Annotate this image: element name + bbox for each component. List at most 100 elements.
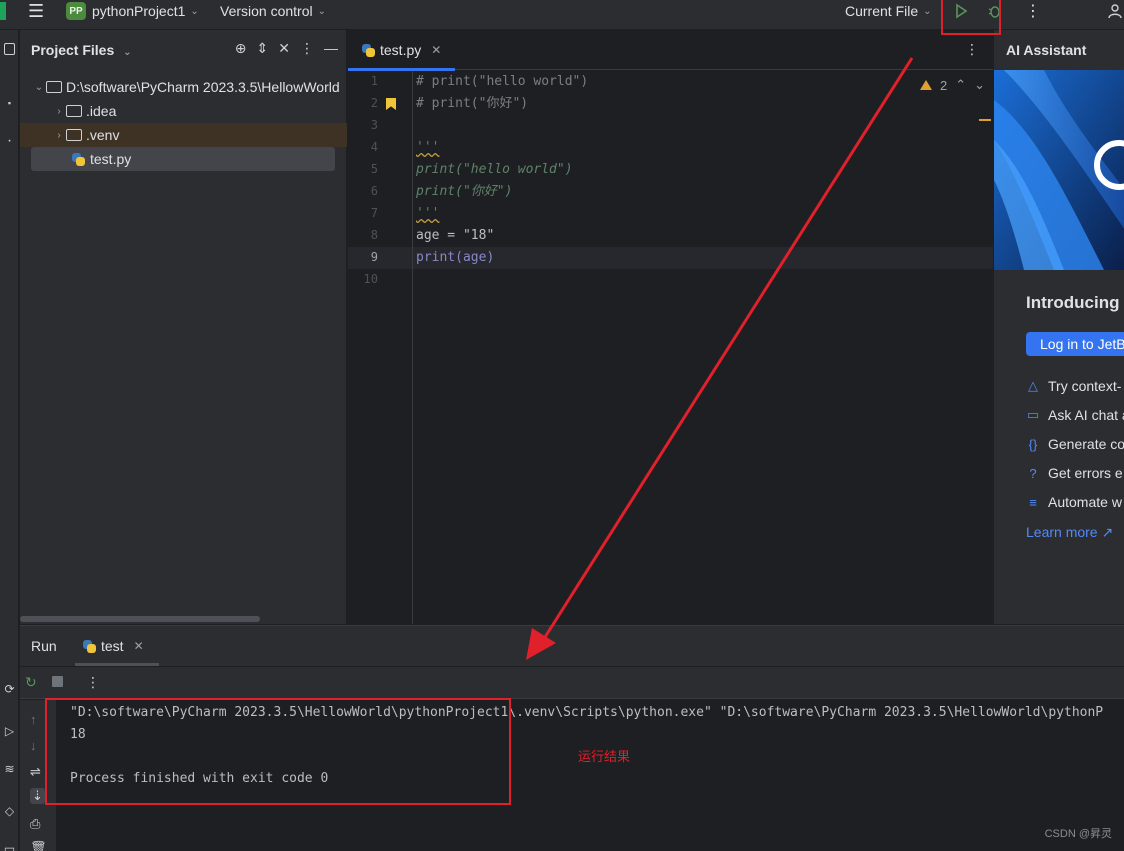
- run-tab-test[interactable]: test ✕: [75, 626, 159, 666]
- more-actions-icon[interactable]: ⋮: [1025, 0, 1041, 22]
- project-tool-icon[interactable]: [0, 38, 19, 60]
- expand-all-icon[interactable]: ⇕: [257, 40, 269, 57]
- line-number-current: 9: [370, 250, 378, 264]
- up-arrow-icon[interactable]: ↑: [30, 712, 37, 727]
- run-tool-icon[interactable]: ▷: [0, 720, 19, 742]
- layers-icon[interactable]: ≋: [0, 758, 19, 780]
- chevron-down-icon: ⌄: [190, 5, 199, 17]
- soft-wrap-icon[interactable]: ⇌: [30, 764, 41, 780]
- options-icon[interactable]: ⋮: [300, 40, 314, 57]
- rerun-icon[interactable]: ↻: [25, 674, 37, 691]
- project-panel-toolbar: ⊕ ⇕ ✕ ⋮ —: [235, 40, 338, 57]
- hide-panel-icon[interactable]: —: [324, 40, 338, 57]
- chevron-down-icon: ⌄: [317, 5, 326, 17]
- watermark: CSDN @昇灵: [1044, 828, 1112, 840]
- list-icon: ≡: [1029, 494, 1037, 510]
- line-number: 6: [370, 184, 378, 198]
- run-panel-header: Run test ✕: [20, 626, 1124, 666]
- structure-tool-icon[interactable]: ▪: [0, 92, 19, 114]
- scroll-to-end-icon[interactable]: ⇣: [30, 788, 45, 804]
- left-tool-stripe: ▪ · ⟳ ▷ ≋ ◇ ▭: [0, 30, 19, 851]
- project-badge: PP: [66, 2, 86, 20]
- project-selector[interactable]: PP pythonProject1 ⌄: [66, 0, 199, 22]
- code-line-1[interactable]: # print("hello world"): [416, 71, 588, 93]
- collapse-all-icon[interactable]: ✕: [278, 40, 290, 57]
- annotation-box-run-button: [941, 0, 1001, 35]
- more-actions-icon[interactable]: ⋮: [86, 674, 100, 691]
- run-panel-title: Run: [31, 638, 57, 654]
- chevron-down-icon: ⌄: [923, 5, 932, 17]
- tab-test-py[interactable]: test.py ✕: [348, 30, 455, 71]
- code-line-7[interactable]: ''': [416, 203, 439, 225]
- line-number: 10: [363, 272, 378, 286]
- question-icon: ?: [1029, 465, 1037, 481]
- line-number: 2: [370, 96, 378, 110]
- more-tools-icon[interactable]: ·: [0, 130, 19, 152]
- close-icon[interactable]: ✕: [134, 639, 144, 653]
- chat-icon: ▭: [1026, 407, 1040, 422]
- terminal-icon[interactable]: ▭: [0, 838, 19, 851]
- tree-item-test-py[interactable]: test.py: [31, 147, 335, 171]
- ai-feature-item: ▭ Ask AI chat a: [1026, 407, 1124, 423]
- ai-feature-item: ≡ Automate w: [1026, 494, 1122, 510]
- ai-hero-image: [994, 70, 1124, 270]
- line-number: 3: [370, 118, 378, 132]
- annotation-box-output: [45, 698, 511, 805]
- tree-item-root[interactable]: ⌄ D:\software\PyCharm 2023.3.5\HellowWor…: [20, 75, 347, 99]
- app-logo-icon: [0, 0, 8, 22]
- horizontal-scrollbar[interactable]: [20, 616, 260, 622]
- line-number: 5: [370, 162, 378, 176]
- code-line-8[interactable]: age = "18": [416, 225, 494, 247]
- ai-feature-item: △ Try context-: [1028, 378, 1122, 394]
- line-number: 4: [370, 140, 378, 154]
- project-panel-title[interactable]: Project Files ⌄: [31, 42, 132, 58]
- stop-icon[interactable]: [52, 674, 63, 690]
- inspection-widget[interactable]: 2 ⌃ ⌄: [919, 77, 985, 93]
- run-config-selector[interactable]: Current File ⌄: [845, 0, 932, 22]
- login-button[interactable]: Log in to JetB: [1026, 332, 1124, 356]
- line-number: 8: [370, 228, 378, 242]
- ai-assistant-title: AI Assistant: [1006, 42, 1087, 58]
- project-panel: Project Files ⌄ ⊕ ⇕ ✕ ⋮ — ⌄ D:\software\…: [20, 30, 347, 624]
- code-line-5[interactable]: print("hello world"): [416, 159, 573, 181]
- tree-item-idea[interactable]: › .idea: [20, 99, 347, 123]
- learn-more-link[interactable]: Learn more ↗: [1026, 524, 1113, 541]
- chevron-up-icon[interactable]: ⌃: [955, 77, 966, 93]
- ai-feature-item: {} Generate co: [1026, 436, 1124, 452]
- python-file-icon: [72, 152, 85, 166]
- braces-icon: {}: [1028, 436, 1038, 452]
- active-tab-indicator: [75, 663, 159, 666]
- more-actions-icon[interactable]: ⋮: [965, 41, 979, 58]
- chevron-down-icon: ⌄: [123, 47, 132, 58]
- chevron-right-icon: ›: [57, 105, 61, 117]
- editor-tab-bar: test.py ✕ ⋮: [348, 30, 993, 71]
- ai-feature-item: ? Get errors e: [1026, 465, 1122, 481]
- code-line-4[interactable]: ''': [416, 137, 439, 159]
- services-icon[interactable]: ◇: [0, 800, 19, 822]
- trash-icon[interactable]: 🗑: [30, 840, 47, 851]
- folder-icon: [46, 81, 62, 93]
- warning-stripe-marker[interactable]: [979, 119, 991, 121]
- locate-icon[interactable]: ⊕: [235, 40, 247, 57]
- add-user-icon[interactable]: [1108, 0, 1124, 22]
- code-line-6[interactable]: print("你好"): [416, 181, 512, 203]
- print-icon[interactable]: ⎙: [30, 816, 40, 832]
- chevron-down-icon[interactable]: ⌄: [974, 77, 985, 93]
- python-file-icon: [83, 639, 96, 653]
- python-file-icon: [362, 43, 375, 57]
- annotation-label: 运行结果: [578, 749, 631, 764]
- line-number: 7: [370, 206, 378, 220]
- ai-heading: Introducing: [1026, 293, 1120, 312]
- down-arrow-icon[interactable]: ↓: [30, 738, 37, 753]
- close-icon[interactable]: ✕: [431, 43, 441, 57]
- editor-area: test.py ✕ ⋮ 1 2 3 4 5 6 7 8 9 10 # print…: [348, 30, 993, 624]
- code-line-9[interactable]: print(age): [416, 247, 494, 269]
- warning-icon: [919, 80, 932, 90]
- main-menu-icon[interactable]: ☰: [28, 0, 44, 22]
- chevron-down-icon: ⌄: [34, 81, 44, 93]
- code-line-2[interactable]: # print("你好"): [416, 93, 528, 115]
- tree-item-venv[interactable]: › .venv: [20, 123, 347, 147]
- vcs-selector[interactable]: Version control ⌄: [220, 0, 326, 22]
- line-number: 1: [370, 74, 378, 88]
- python-packages-icon[interactable]: ⟳: [0, 678, 19, 700]
